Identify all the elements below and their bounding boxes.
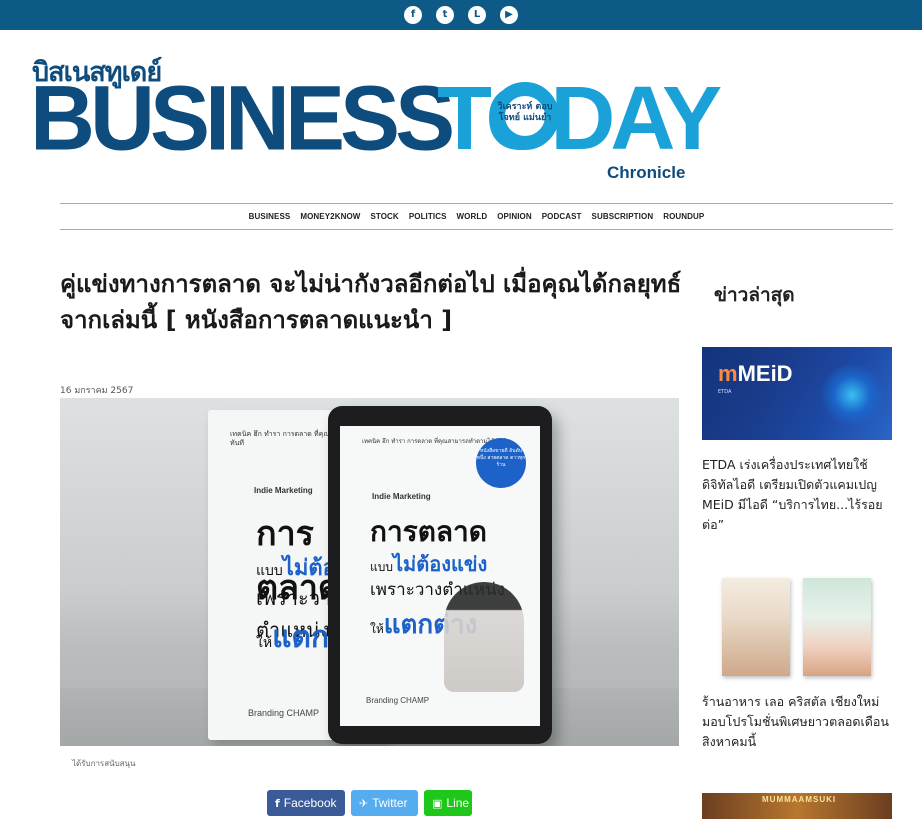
nav-item-subscription[interactable]: SUBSCRIPTION — [592, 212, 654, 221]
share-line-label: Line — [446, 796, 470, 810]
share-facebook-button[interactable]: f Facebook — [267, 790, 345, 816]
top-social-bar: f t L ▶ — [0, 0, 922, 30]
share-twitter-label: Twitter — [372, 796, 408, 810]
facebook-icon: f — [275, 796, 280, 810]
book-brand: Branding CHAMP — [248, 708, 320, 718]
screen-indie-label: Indie Marketing — [372, 492, 431, 501]
sidebar-latest-news-title: ข่าวล่าสุด — [714, 284, 795, 306]
sidebar-news-image-2[interactable] — [702, 566, 892, 686]
share-bar: f Facebook ✈ Twitter ▣ Line — [267, 790, 472, 816]
sidebar-news-title-2[interactable]: ร้านอาหาร เลอ คริสตัล เชียงใหม่ มอบโปรโม… — [702, 692, 897, 752]
image-caption: ได้รับการสนับสนุน — [72, 759, 136, 768]
nav-item-stock[interactable]: STOCK — [370, 212, 398, 221]
nav-item-roundup[interactable]: ROUNDUP — [663, 212, 704, 221]
sidebar-news-title-1[interactable]: ETDA เร่งเครื่องประเทศไทยใช้ดิจิทัลไอดี … — [702, 455, 897, 535]
promo-poster-2 — [803, 578, 871, 676]
share-line-button[interactable]: ▣ Line — [424, 790, 472, 816]
meid-logo: mMEiD — [718, 361, 793, 386]
logo-today-text: TODAY — [437, 69, 722, 169]
meid-subtext: ETDA — [718, 389, 732, 395]
logo-chronicle-text: Chronicle — [607, 163, 686, 182]
article-hero-image: เทคนิค ฮึก ทำรา การตลาด ที่คุณสามารถทำตา… — [60, 398, 679, 746]
bestseller-badge: หนังสือขายดี อันดับหนึ่ง สายตลาด ตาวทุกร… — [476, 438, 526, 488]
nav-item-money2know[interactable]: MONEY2KNOW — [300, 212, 360, 221]
nav-item-business[interactable]: BUSINESS — [249, 212, 291, 221]
line-icon[interactable]: L — [468, 6, 486, 24]
site-logo[interactable]: บิสเนสทูเดย์ BUSINESS TODAY วิเคราะห์ ตอ… — [30, 50, 722, 190]
main-nav: BUSINESS MONEY2KNOW STOCK POLITICS WORLD… — [60, 203, 893, 230]
nav-item-opinion[interactable]: OPINION — [497, 212, 531, 221]
youtube-icon[interactable]: ▶ — [500, 6, 518, 24]
share-facebook-label: Facebook — [283, 796, 337, 810]
facebook-icon[interactable]: f — [404, 6, 422, 24]
article-headline: คู่แข่งทางการตลาด จะไม่น่ากังวลอีกต่อไป … — [60, 270, 682, 334]
etda-logo-strip — [702, 333, 892, 347]
sidebar-news-image-1[interactable]: mMEiD ETDA — [702, 333, 892, 440]
book-indie-label: Indie Marketing — [254, 486, 313, 495]
article-date: 16 มกราคม 2567 — [60, 386, 134, 396]
nav-item-world[interactable]: WORLD — [457, 212, 488, 221]
nav-item-podcast[interactable]: PODCAST — [542, 212, 582, 221]
nav-item-politics[interactable]: POLITICS — [409, 212, 447, 221]
logo-business-text: BUSINESS — [30, 68, 455, 170]
screen-brand: Branding CHAMP — [366, 696, 430, 705]
sidebar-news-image-3[interactable]: MUMMAAMSUKI — [702, 793, 892, 819]
hero-tablet: เทคนิค ฮึก ทำรา การตลาด ที่คุณสามารถทำตา… — [328, 406, 552, 744]
promo-poster-1 — [722, 578, 790, 676]
twitter-icon[interactable]: t — [436, 6, 454, 24]
line-icon: ▣ — [432, 796, 443, 810]
digital-chip-graphic — [820, 363, 884, 427]
share-twitter-button[interactable]: ✈ Twitter — [351, 790, 418, 816]
tablet-screen: เทคนิค ฮึก ทำรา การตลาด ที่คุณสามารถทำตา… — [340, 426, 540, 726]
mummaamsuki-logo: MUMMAAMSUKI — [762, 795, 837, 804]
logo-ring-text: วิเคราะห์ ตอบโจทย์ แม่นยำ — [497, 102, 553, 123]
author-portrait — [444, 582, 524, 692]
twitter-icon: ✈ — [359, 796, 369, 810]
